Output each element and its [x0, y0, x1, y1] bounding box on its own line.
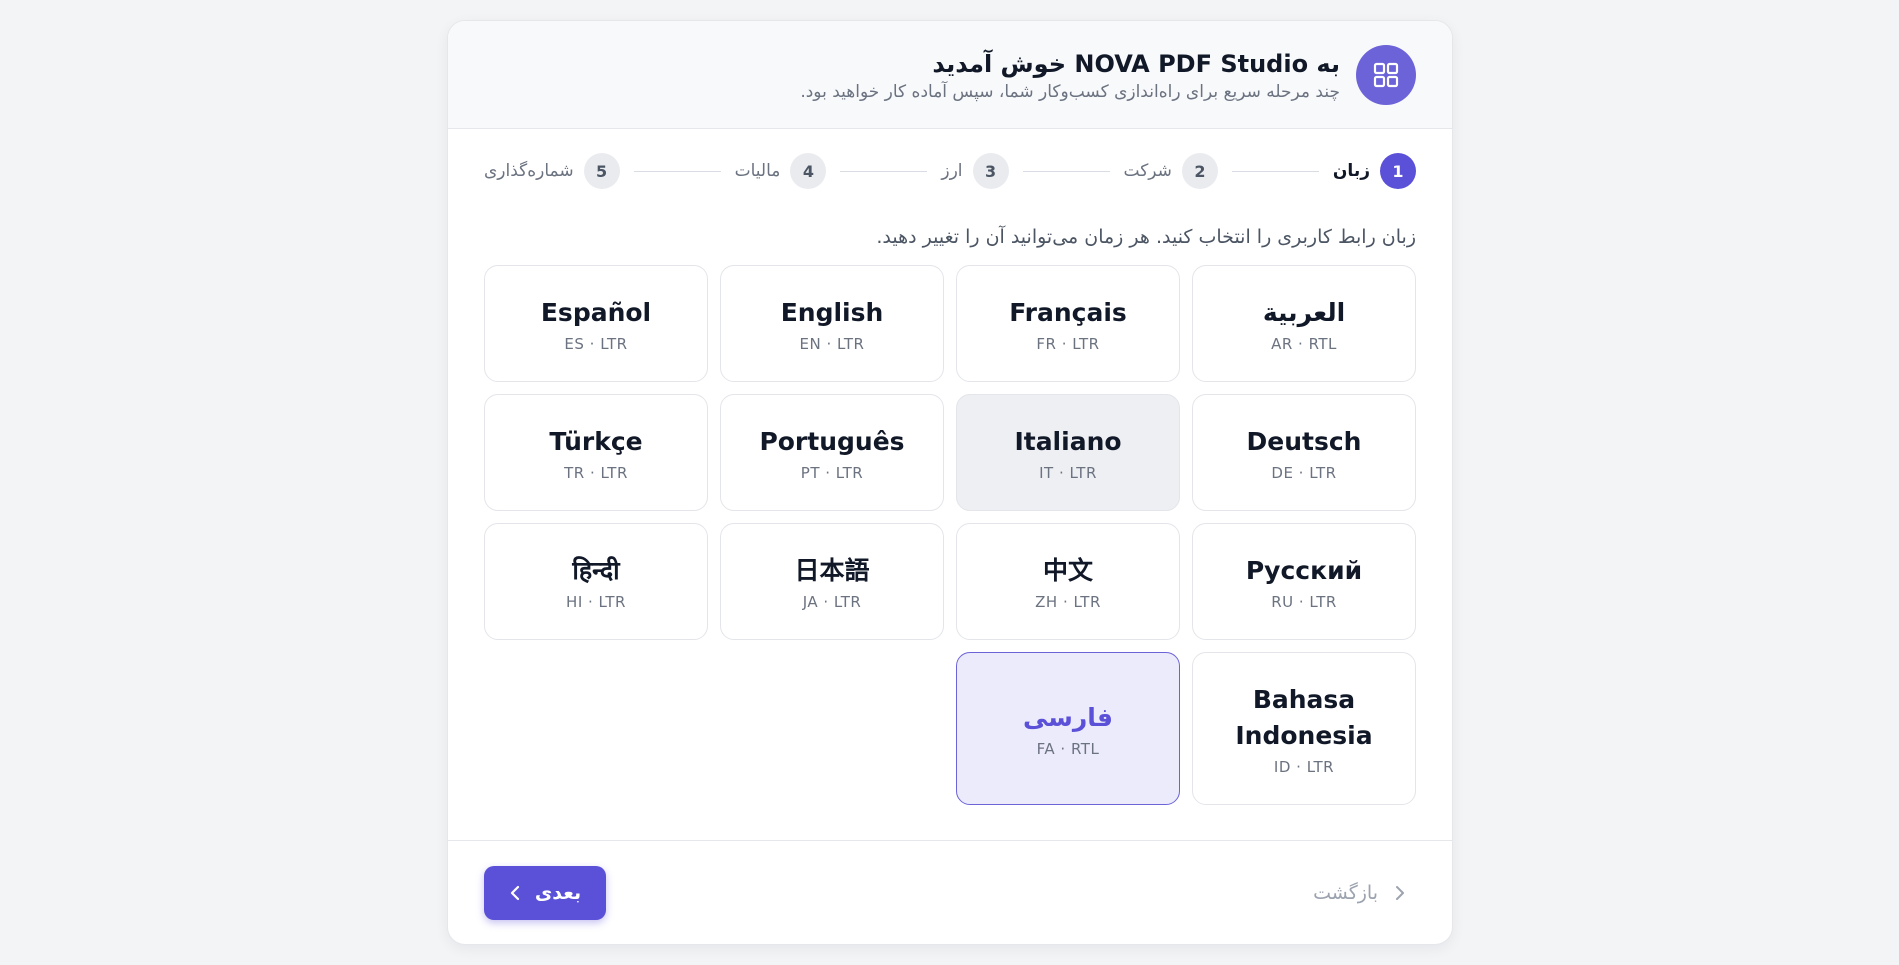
language-code: IT · LTR	[1039, 463, 1097, 482]
language-option-zh[interactable]: 中文 ZH · LTR	[956, 523, 1180, 640]
language-name: Português	[759, 426, 905, 456]
language-option-fa[interactable]: فارسی FA · RTL	[956, 652, 1180, 805]
language-code: ES · LTR	[564, 334, 628, 353]
stepper: 1 زبان 2 شرکت 3 ارز 4 مالیات 5 شماره‌گذا…	[448, 129, 1452, 213]
language-code: DE · LTR	[1271, 463, 1337, 482]
step-number: 5	[583, 153, 620, 189]
step-number: 2	[1181, 153, 1218, 189]
language-option-de[interactable]: Deutsch DE · LTR	[1192, 394, 1416, 511]
language-name: 日本語	[794, 555, 870, 585]
language-option-fr[interactable]: Français FR · LTR	[956, 265, 1180, 382]
language-option-hi[interactable]: हिन्दी HI · LTR	[484, 523, 708, 640]
language-name: 中文	[1042, 555, 1093, 585]
language-name: Deutsch	[1246, 426, 1362, 456]
back-button-label: بازگشت	[1313, 881, 1378, 904]
language-name: English	[780, 297, 884, 327]
language-code: FA · RTL	[1036, 739, 1100, 758]
language-name: Français	[1009, 297, 1127, 327]
step-currency[interactable]: 3 ارز	[941, 153, 1009, 189]
step-numbering[interactable]: 5 شماره‌گذاری	[484, 153, 620, 189]
step-label: شماره‌گذاری	[484, 161, 574, 181]
language-grid: العربية AR · RTL Français FR · LTR Engli…	[484, 265, 1416, 805]
step-connector	[840, 170, 928, 172]
header: به NOVA PDF Studio خوش آمدید چند مرحله س…	[448, 21, 1452, 129]
footer: بعدی بازگشت	[448, 840, 1452, 944]
step-connector	[1022, 170, 1110, 172]
language-name: Italiano	[1014, 426, 1122, 456]
language-option-en[interactable]: English EN · LTR	[720, 265, 944, 382]
language-name: العربية	[1262, 297, 1346, 327]
language-option-ar[interactable]: العربية AR · RTL	[1192, 265, 1416, 382]
language-option-pt[interactable]: Português PT · LTR	[720, 394, 944, 511]
language-option-it[interactable]: Italiano IT · LTR	[956, 394, 1180, 511]
step-label: ارز	[941, 161, 963, 181]
language-code: TR · LTR	[564, 463, 628, 482]
step-label: شرکت	[1123, 161, 1172, 181]
step-label: زبان	[1332, 161, 1370, 181]
language-option-ru[interactable]: Русский RU · LTR	[1192, 523, 1416, 640]
language-code: ID · LTR	[1273, 757, 1335, 776]
back-button[interactable]: بازگشت	[1313, 882, 1416, 904]
language-name: Русский	[1245, 555, 1363, 585]
instruction-text: زبان رابط کاربری را انتخاب کنید. هر زمان…	[876, 226, 1416, 248]
language-code: JA · LTR	[802, 592, 862, 611]
language-option-tr[interactable]: Türkçe TR · LTR	[484, 394, 708, 511]
language-code: ZH · LTR	[1035, 592, 1101, 611]
next-button-label: بعدی	[534, 881, 582, 904]
page-subtitle: چند مرحله سریع برای راه‌اندازی کسب‌وکار …	[800, 81, 1340, 102]
language-option-ja[interactable]: 日本語 JA · LTR	[720, 523, 944, 640]
language-code: AR · RTL	[1271, 334, 1337, 353]
onboarding-card: به NOVA PDF Studio خوش آمدید چند مرحله س…	[447, 20, 1453, 945]
chevron-right-icon	[1396, 885, 1404, 900]
step-number: 4	[790, 153, 827, 189]
language-name: Türkçe	[549, 426, 643, 456]
step-language[interactable]: 1 زبان	[1333, 153, 1416, 189]
language-name: Bahasa Indonesia	[1235, 684, 1373, 750]
language-code: RU · LTR	[1271, 592, 1337, 611]
language-name: हिन्दी	[572, 555, 620, 585]
step-number: 1	[1380, 153, 1416, 189]
chevron-left-icon	[510, 885, 519, 900]
step-connector	[1231, 170, 1319, 172]
step-number: 3	[972, 153, 1009, 189]
language-code: FR · LTR	[1036, 334, 1100, 353]
grid-icon	[1356, 44, 1416, 105]
step-company[interactable]: 2 شرکت	[1124, 153, 1218, 189]
step-tax[interactable]: 4 مالیات	[735, 153, 827, 189]
step-connector	[633, 170, 721, 172]
language-code: EN · LTR	[799, 334, 865, 353]
step-label: مالیات	[734, 161, 781, 181]
language-code: HI · LTR	[566, 592, 626, 611]
page-title: به NOVA PDF Studio خوش آمدید	[932, 49, 1340, 78]
language-option-id[interactable]: Bahasa Indonesia ID · LTR	[1192, 652, 1416, 805]
language-code: PT · LTR	[800, 463, 864, 482]
language-name: Español	[540, 297, 652, 327]
language-option-es[interactable]: Español ES · LTR	[484, 265, 708, 382]
language-name: فارسی	[1022, 702, 1114, 732]
next-button[interactable]: بعدی	[484, 865, 606, 920]
